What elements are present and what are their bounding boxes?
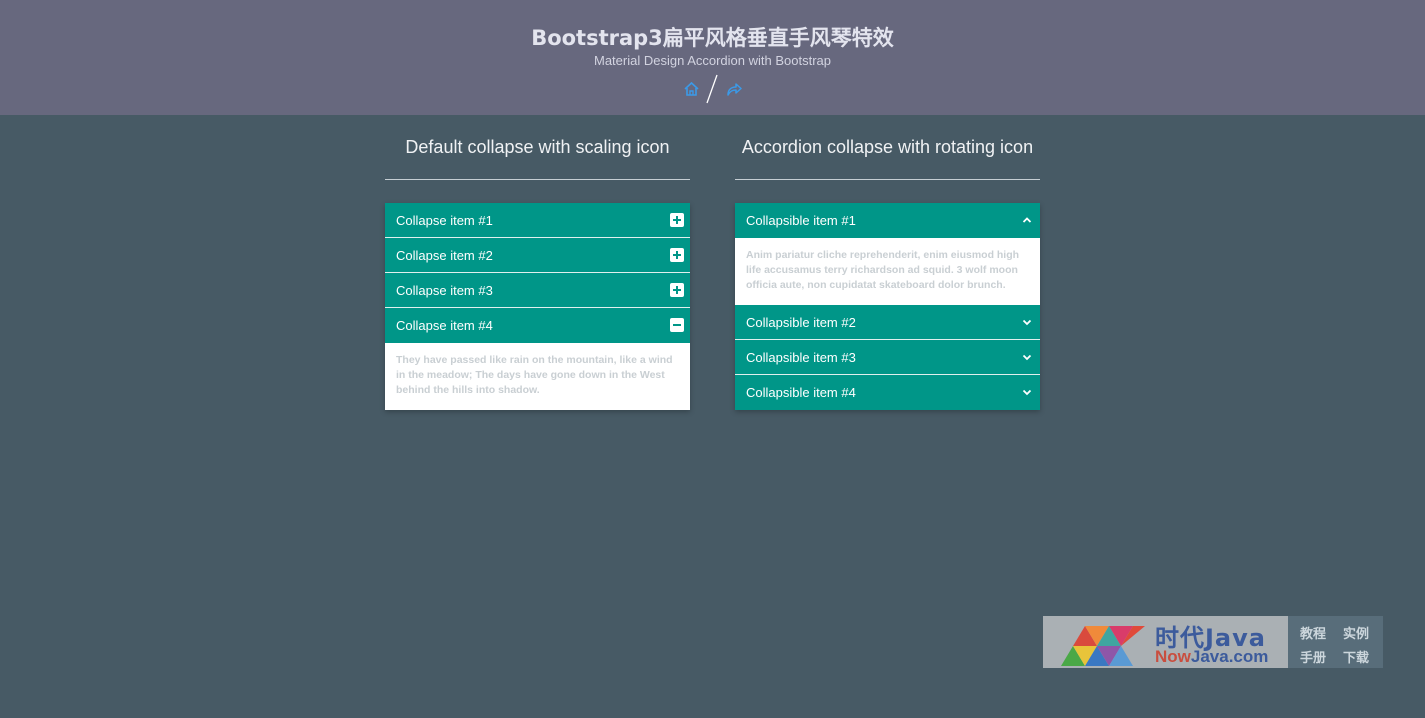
watermark-link-tutorial[interactable]: 教程 <box>1300 623 1326 642</box>
watermark-brand-en: NowJava.com <box>1155 647 1269 666</box>
left-column-title: Default collapse with scaling icon <box>405 137 670 157</box>
share-icon[interactable] <box>726 82 742 96</box>
collapsible-item-4[interactable]: Collapsible item #4 <box>735 375 1040 410</box>
home-icon[interactable] <box>683 81 700 97</box>
collapse-item-4-body: They have passed like rain on the mounta… <box>385 343 690 410</box>
collapse-item-3[interactable]: Collapse item #3 <box>385 273 690 308</box>
watermark-link-examples[interactable]: 实例 <box>1343 623 1369 642</box>
page-title: Bootstrap3扁平风格垂直手风琴特效 <box>531 26 894 50</box>
plus-square-icon[interactable] <box>670 283 684 297</box>
plus-square-icon[interactable] <box>670 213 684 227</box>
watermark-link-manual[interactable]: 手册 <box>1300 647 1326 666</box>
collapse-item-label: Collapse item #4 <box>396 318 493 333</box>
chevron-down-icon[interactable] <box>1022 352 1032 362</box>
collapsible-item-2[interactable]: Collapsible item #2 <box>735 305 1040 340</box>
collapsible-item-label: Collapsible item #1 <box>746 213 856 228</box>
chevron-down-icon[interactable] <box>1022 387 1032 397</box>
left-accordion: Collapse item #1 Collapse item #2 Collap… <box>385 203 690 410</box>
page-subtitle: Material Design Accordion with Bootstrap <box>593 53 831 68</box>
separator-slash <box>706 74 718 104</box>
collapse-item-label: Collapse item #2 <box>396 248 493 263</box>
watermark-link-download[interactable]: 下载 <box>1343 647 1369 666</box>
site-watermark[interactable]: 时代Java NowJava.com 教程 实例 手册 下载 <box>1043 616 1383 668</box>
collapsible-item-3[interactable]: Collapsible item #3 <box>735 340 1040 375</box>
collapse-item-label: Collapse item #3 <box>396 283 493 298</box>
header-links <box>0 74 1425 104</box>
right-accordion: Collapsible item #1 Anim pariatur cliche… <box>735 203 1040 410</box>
collapse-item-2[interactable]: Collapse item #2 <box>385 238 690 273</box>
collapsible-item-1-body: Anim pariatur cliche reprehenderit, enim… <box>735 238 1040 305</box>
triangle-logo-icon <box>1061 626 1145 666</box>
collapsible-item-label: Collapsible item #4 <box>746 385 856 400</box>
chevron-down-icon[interactable] <box>1022 317 1032 327</box>
page-header: Bootstrap3扁平风格垂直手风琴特效 Material Design Ac… <box>0 0 1425 115</box>
chevron-up-icon[interactable] <box>1022 215 1032 225</box>
collapse-item-1[interactable]: Collapse item #1 <box>385 203 690 238</box>
collapsible-item-label: Collapsible item #2 <box>746 315 856 330</box>
plus-square-icon[interactable] <box>670 248 684 262</box>
minus-square-icon[interactable] <box>670 318 684 332</box>
collapsible-item-label: Collapsible item #3 <box>746 350 856 365</box>
watermark-brand[interactable]: 时代Java NowJava.com <box>1043 616 1288 668</box>
collapse-item-label: Collapse item #1 <box>396 213 493 228</box>
collapse-item-4[interactable]: Collapse item #4 <box>385 308 690 343</box>
left-divider <box>385 179 690 180</box>
right-column-title: Accordion collapse with rotating icon <box>741 137 1034 157</box>
watermark-links: 教程 实例 手册 下载 <box>1288 616 1383 668</box>
collapsible-item-1[interactable]: Collapsible item #1 <box>735 203 1040 238</box>
right-divider <box>735 179 1040 180</box>
